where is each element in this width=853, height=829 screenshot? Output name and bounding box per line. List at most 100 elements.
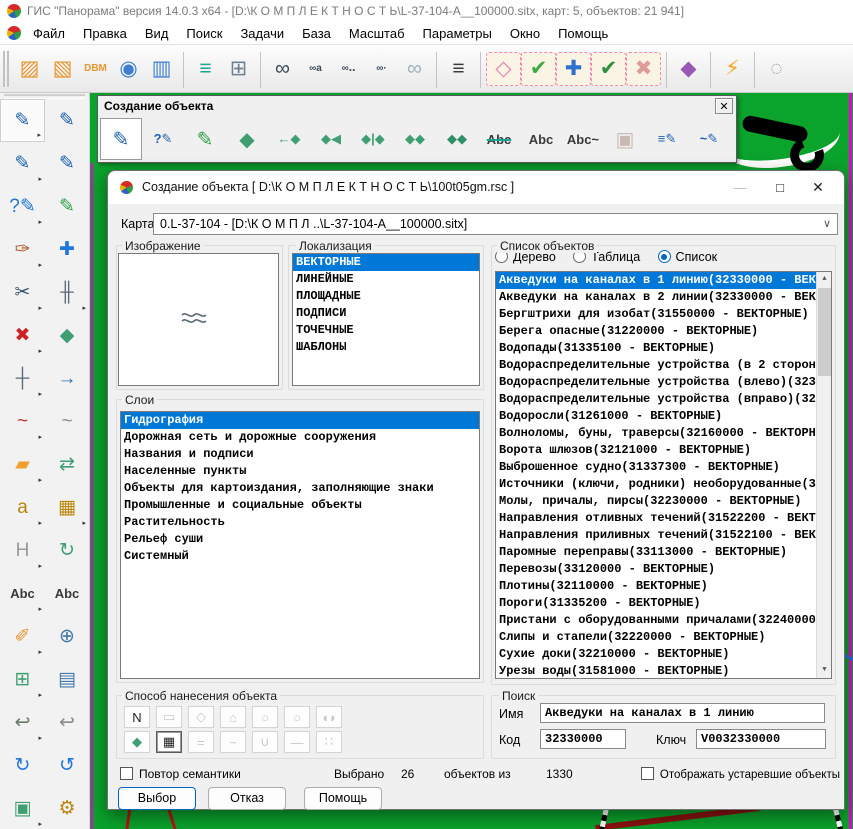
run-application-icon[interactable]: ◌: [760, 52, 793, 86]
text-abc-right-icon[interactable]: Abc ▸: [45, 572, 90, 615]
layer-list-item[interactable]: Рельеф суши: [121, 531, 479, 548]
delete-icon[interactable]: ✖ ▸: [0, 314, 45, 357]
object-list-item[interactable]: Бергштрихи для изобат(31550000 - ВЕКТОРН…: [496, 306, 816, 323]
undo-list-icon[interactable]: ↩ ▸: [45, 701, 90, 744]
layer-list-item[interactable]: Объекты для картоиздания, заполняющие зн…: [121, 480, 479, 497]
search-selected-icon[interactable]: ∞·: [365, 52, 398, 86]
text-abc-left-icon[interactable]: Abc ▸: [0, 572, 45, 615]
repeat-semantics-checkbox[interactable]: Повтор семантики: [120, 767, 241, 781]
select-area-icon[interactable]: ◇: [486, 52, 521, 86]
copy-group-icon[interactable]: ◆◆: [394, 118, 436, 160]
list-item[interactable]: ПЛОЩАДНЫЕ: [293, 288, 479, 305]
open-site-map-icon[interactable]: ▧: [46, 52, 79, 86]
flashlight-calc-icon[interactable]: ▦ ▸: [45, 486, 90, 529]
layer-list-item[interactable]: Системный: [121, 548, 479, 565]
edit-points-icon[interactable]: ╫ ▸: [45, 271, 90, 314]
scheme-icon[interactable]: ⊞ ▸: [0, 658, 45, 701]
images-icon[interactable]: ▣ ▸: [0, 787, 45, 829]
object-list-item[interactable]: Водоросли(31261000 - ВЕКТОРНЫЕ): [496, 408, 816, 425]
map-combobox[interactable]: 0.L-37-104 - [D:\К О М П Л ..\L-37-104-A…: [153, 213, 838, 235]
object-list-item[interactable]: Акведуки на каналах в 1 линию(32330000 -…: [496, 272, 816, 289]
menu-item[interactable]: Помощь: [549, 22, 617, 45]
close-icon[interactable]: ✕: [798, 171, 838, 204]
object-list-item[interactable]: Направления приливных течений(31522100 -…: [496, 527, 816, 544]
smooth-segment-icon[interactable]: ~ ▸: [45, 400, 90, 443]
layer-list-item[interactable]: Названия и подписи: [121, 446, 479, 463]
object-list-item[interactable]: Выброшенное судно(31337300 - ВЕКТОРНЫЕ): [496, 459, 816, 476]
object-list-item[interactable]: Акведуки на каналах в 2 линии(32330000 -…: [496, 289, 816, 306]
menu-item[interactable]: Вид: [136, 22, 178, 45]
copy-track-icon[interactable]: ←◆: [268, 118, 310, 160]
select-all-icon[interactable]: ✔: [591, 52, 626, 86]
settings-gear-icon[interactable]: ⚙ ▸: [45, 787, 90, 829]
delete-object-icon[interactable]: ◆ ▸: [45, 314, 90, 357]
mode-spline-icon[interactable]: ~: [220, 731, 246, 753]
scissors-icon[interactable]: ✂ ▸: [0, 271, 45, 314]
layers-icon[interactable]: ≡: [189, 52, 222, 86]
menu-item[interactable]: Задачи: [231, 22, 293, 45]
objects-table-icon[interactable]: ▤ ▸: [45, 658, 90, 701]
flashlight-icon[interactable]: ✐ ▸: [0, 615, 45, 658]
scroll-up-icon[interactable]: ▲: [817, 272, 832, 287]
list-create-icon[interactable]: ≡✎: [646, 118, 688, 160]
flashlight-a-icon[interactable]: a ▸: [0, 486, 45, 529]
mode-parallel-icon[interactable]: =: [188, 731, 214, 753]
layer-list-item[interactable]: Промышленные и социальные объекты: [121, 497, 479, 514]
object-list-item[interactable]: Водораспределительные устройства (влево)…: [496, 374, 816, 391]
layer-list-item[interactable]: Гидрография: [121, 412, 479, 429]
move-fragment-icon[interactable]: ↻ ▸: [45, 529, 90, 572]
mode-rectangle-icon[interactable]: ▭: [156, 706, 182, 728]
undo-arrow-icon[interactable]: ↺ ▸: [45, 744, 90, 787]
insert-point-icon[interactable]: ┼ ▸: [0, 357, 45, 400]
search-by-name-icon[interactable]: ∞a: [299, 52, 332, 86]
pencil-polygon-icon[interactable]: ✎ ▸: [45, 185, 90, 228]
object-list-item[interactable]: Урезы воды(31581000 - ВЕКТОРНЫЕ): [496, 663, 816, 678]
create-confirm-icon[interactable]: ✎: [184, 118, 226, 160]
object-list-item[interactable]: Волноломы, буны, траверсы(32160000 - ВЕК…: [496, 425, 816, 442]
localization-list[interactable]: ВЕКТОРНЫЕЛИНЕЙНЫЕПЛОЩАДНЫЕПОДПИСИТОЧЕЧНЫ…: [292, 253, 480, 386]
select-clear-icon[interactable]: ✖: [626, 52, 661, 86]
select-button[interactable]: Выбор: [118, 787, 196, 810]
objects-3d-icon[interactable]: ◆: [672, 52, 705, 86]
copy-pair-icon[interactable]: ◆◆: [436, 118, 478, 160]
height-h-icon[interactable]: H ▸: [0, 529, 45, 572]
vertical-scrollbar[interactable]: ▲ ▼: [816, 272, 831, 678]
mode-circle-radius-icon[interactable]: ○: [284, 706, 310, 728]
pencil-accept-icon[interactable]: ✎ ▸: [45, 99, 90, 142]
search-icon[interactable]: ∞: [266, 52, 299, 86]
create-object-icon[interactable]: ✎: [100, 118, 142, 160]
objects-list[interactable]: Акведуки на каналах в 1 линию(32330000 -…: [495, 271, 832, 679]
object-list-item[interactable]: Источники (ключи, родники) необорудованн…: [496, 476, 816, 493]
scroll-down-icon[interactable]: ▼: [817, 663, 832, 678]
split-object-icon[interactable]: ◆|◆: [352, 118, 394, 160]
layer-list-item[interactable]: Населенные пункты: [121, 463, 479, 480]
view-mode-radio[interactable]: Список: [658, 250, 735, 264]
object-list-item[interactable]: Направления отливных течений(31522200 - …: [496, 510, 816, 527]
object-list-item[interactable]: Слипы и стапели(32220000 - ВЕКТОРНЫЕ): [496, 629, 816, 646]
copy-shift-icon[interactable]: ◆◀: [310, 118, 352, 160]
pencil-question-icon[interactable]: ?✎ ▸: [0, 185, 45, 228]
scrollbar-thumb[interactable]: [818, 288, 831, 376]
menu-item[interactable]: Масштаб: [340, 22, 414, 45]
object-list-item[interactable]: Плотины(32110000 - ВЕКТОРНЫЕ): [496, 578, 816, 595]
menu-item[interactable]: Окно: [501, 22, 549, 45]
layer-list-item[interactable]: Растительность: [121, 514, 479, 531]
pencil-create-icon[interactable]: ✎ ▸: [0, 99, 45, 142]
open-database-map-icon[interactable]: DBM: [79, 52, 112, 86]
mode-dash-icon[interactable]: —: [284, 731, 310, 753]
layers-list[interactable]: ГидрографияДорожная сеть и дорожные соор…: [120, 411, 480, 679]
continue-line-icon[interactable]: → ▸: [45, 357, 90, 400]
open-map-icon[interactable]: ▨: [13, 52, 46, 86]
search-inactive-icon[interactable]: ∞: [398, 52, 431, 86]
mode-circle3-icon[interactable]: ○: [252, 706, 278, 728]
dialog-titlebar[interactable]: Создание объекта [ D:\К О М П Л Е К Т Н …: [108, 171, 844, 204]
select-accept-icon[interactable]: ✔: [521, 52, 556, 86]
list-item[interactable]: ПОДПИСИ: [293, 305, 479, 322]
select-add-icon[interactable]: ✚: [556, 52, 591, 86]
toolbar-grip[interactable]: [3, 51, 9, 87]
object-list-item[interactable]: Пристани с оборудованными причалами(3224…: [496, 612, 816, 629]
object-list-item[interactable]: Перевозы(33120000 - ВЕКТОРНЫЕ): [496, 561, 816, 578]
menu-item[interactable]: Параметры: [414, 22, 501, 45]
object-list-item[interactable]: Водораспределительные устройства (вправо…: [496, 391, 816, 408]
mode-slanted-rect-icon[interactable]: ◇: [188, 706, 214, 728]
